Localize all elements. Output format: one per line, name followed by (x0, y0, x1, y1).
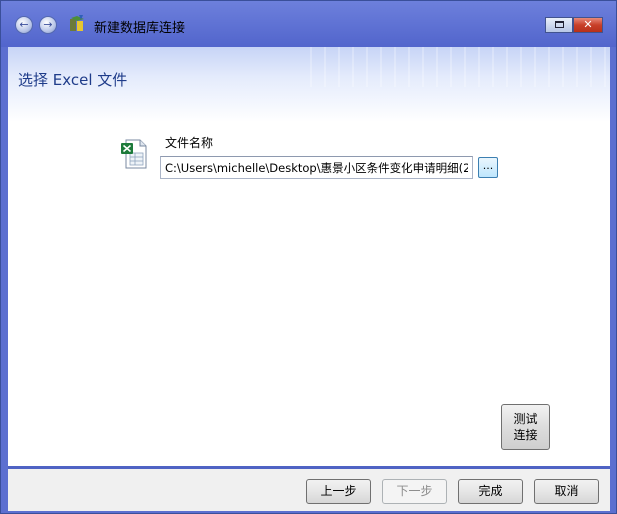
next-button[interactable]: 下一步 (382, 479, 447, 504)
wizard-content: 选择 Excel 文件 文件名称 ... 测试 连接 (8, 47, 610, 466)
close-icon: ✕ (583, 18, 593, 31)
title-bar[interactable]: ← → 新建数据库连接 ✕ (1, 1, 616, 47)
test-connection-label-line1: 测试 (513, 412, 538, 426)
dialog-window: ← → 新建数据库连接 ✕ 选择 Excel 文件 文件名称 ... 测 (0, 0, 617, 514)
header-decoration (310, 47, 610, 87)
window-title: 新建数据库连接 (94, 21, 186, 36)
back-button[interactable]: ← (15, 16, 33, 34)
page-title: 选择 Excel 文件 (18, 71, 128, 89)
close-button[interactable]: ✕ (573, 17, 603, 33)
excel-file-icon (121, 139, 147, 169)
cancel-button[interactable]: 取消 (534, 479, 599, 504)
test-connection-button[interactable]: 测试 连接 (501, 404, 550, 450)
database-connection-icon (70, 15, 84, 31)
browse-button[interactable]: ... (478, 157, 498, 178)
file-name-label: 文件名称 (165, 136, 214, 150)
finish-button[interactable]: 完成 (458, 479, 523, 504)
previous-button[interactable]: 上一步 (306, 479, 371, 504)
restore-button[interactable] (545, 17, 573, 33)
restore-icon (555, 21, 564, 28)
file-path-input[interactable] (160, 156, 473, 179)
back-arrow-icon: ← (19, 18, 29, 31)
forward-arrow-icon: → (43, 18, 53, 31)
button-bar: 上一步 下一步 完成 取消 (8, 469, 610, 511)
forward-button[interactable]: → (39, 16, 57, 34)
test-connection-label-line2: 连接 (513, 428, 538, 442)
